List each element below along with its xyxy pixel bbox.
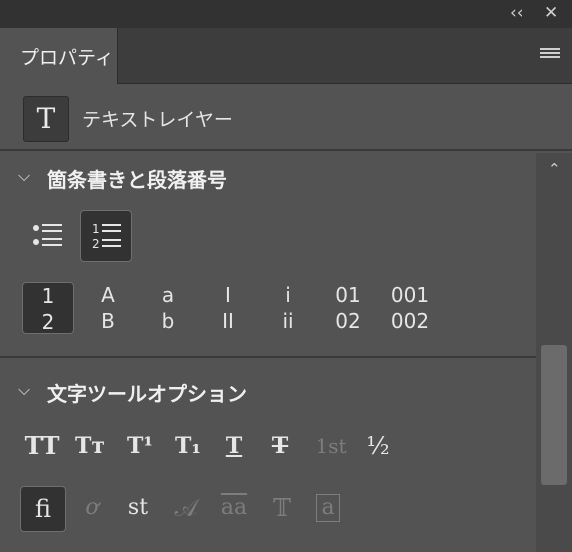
numbered-list-icon: 1 2 bbox=[92, 222, 121, 251]
numbering-style-option[interactable]: A B bbox=[82, 282, 134, 334]
numbering-style-top: 01 bbox=[335, 283, 361, 307]
subscript-icon: T₁ bbox=[174, 433, 201, 459]
contextual-alternates-icon: ơ bbox=[85, 495, 99, 520]
stylistic-alternates-icon: aa bbox=[220, 495, 248, 520]
titling-alternates-button[interactable]: 𝕋 bbox=[260, 486, 304, 530]
svg-text:1: 1 bbox=[92, 222, 100, 236]
bulleted-list-icon bbox=[33, 224, 62, 246]
underline-icon: T bbox=[225, 433, 243, 459]
scrollbar-thumb[interactable] bbox=[541, 345, 567, 485]
numbering-style-option[interactable]: a b bbox=[142, 282, 194, 334]
numbering-style-option[interactable]: 01 02 bbox=[322, 282, 374, 334]
numbering-style-top: A bbox=[101, 283, 115, 307]
titling-alternates-icon: 𝕋 bbox=[273, 494, 291, 522]
standard-ligatures-button[interactable]: fi bbox=[20, 486, 66, 532]
stylistic-sets-button[interactable]: a bbox=[306, 486, 350, 530]
bulleted-list-button[interactable] bbox=[22, 210, 74, 262]
numbering-style-bottom: 02 bbox=[335, 309, 361, 333]
numbering-style-option[interactable]: I II bbox=[202, 282, 254, 334]
svg-text:2: 2 bbox=[92, 237, 100, 251]
text-layer-icon: T bbox=[23, 96, 69, 142]
section-divider bbox=[0, 356, 536, 358]
subscript-button[interactable]: T₁ bbox=[166, 424, 210, 468]
layer-type-row: T テキストレイヤー bbox=[0, 85, 572, 151]
superscript-button[interactable]: T¹ bbox=[118, 424, 162, 468]
fractions-button[interactable]: ½ bbox=[356, 424, 400, 468]
fractions-icon: ½ bbox=[366, 432, 390, 460]
swash-button[interactable]: 𝒜 bbox=[164, 486, 208, 530]
numbering-style-option[interactable]: i ii bbox=[262, 282, 314, 334]
numbered-list-button[interactable]: 1 2 bbox=[80, 210, 132, 262]
numbering-style-bottom: b bbox=[161, 309, 175, 333]
ordinals-icon: 1st bbox=[315, 434, 347, 458]
superscript-icon: T¹ bbox=[126, 433, 153, 459]
panel-title-bar: ‹‹ ✕ bbox=[0, 0, 572, 28]
scroll-up-icon[interactable]: ⌃ bbox=[548, 160, 561, 178]
numbering-style-bottom: ii bbox=[282, 309, 294, 333]
section-title: 箇条書きと段落番号 bbox=[47, 168, 227, 192]
all-caps-icon: TT bbox=[24, 431, 60, 460]
section-header-type-options[interactable]: ⌵ 文字ツールオプション bbox=[0, 370, 536, 416]
stylistic-sets-icon: a bbox=[316, 494, 340, 522]
chevron-down-icon[interactable]: ⌵ bbox=[18, 166, 30, 186]
numbering-style-bottom: B bbox=[101, 309, 115, 333]
small-caps-icon: Tт bbox=[74, 433, 105, 459]
ordinals-button[interactable]: 1st bbox=[306, 424, 356, 468]
section-header-bullets-numbering[interactable]: ⌵ 箇条書きと段落番号 bbox=[0, 156, 536, 202]
numbering-style-top: I bbox=[225, 283, 231, 307]
contextual-alternates-button[interactable]: ơ bbox=[70, 486, 114, 530]
numbering-style-option[interactable]: 1 2 bbox=[22, 282, 74, 334]
strikethrough-button[interactable]: T bbox=[258, 424, 302, 468]
panel-menu-icon[interactable] bbox=[540, 48, 560, 62]
layer-type-label: テキストレイヤー bbox=[82, 109, 233, 131]
all-caps-button[interactable]: TT bbox=[20, 424, 64, 468]
chevron-down-icon[interactable]: ⌵ bbox=[18, 380, 30, 400]
discretionary-ligatures-icon: st bbox=[127, 495, 149, 520]
swash-icon: 𝒜 bbox=[174, 494, 198, 522]
underline-button[interactable]: T bbox=[212, 424, 256, 468]
close-panel-icon[interactable]: ✕ bbox=[544, 3, 558, 23]
tab-properties[interactable]: プロパティ bbox=[0, 28, 118, 84]
discretionary-ligatures-button[interactable]: st bbox=[116, 486, 160, 530]
standard-ligatures-icon: fi bbox=[34, 495, 51, 523]
numbering-style-bottom: 2 bbox=[41, 310, 55, 334]
numbering-style-option[interactable]: 001 002 bbox=[382, 282, 438, 334]
numbering-style-top: a bbox=[161, 283, 175, 307]
collapse-panel-icon[interactable]: ‹‹ bbox=[510, 3, 524, 23]
numbering-style-top: i bbox=[285, 283, 291, 307]
tab-properties-label: プロパティ bbox=[20, 47, 114, 69]
numbering-style-top: 1 bbox=[41, 284, 55, 308]
numbering-style-top: 001 bbox=[390, 283, 430, 307]
section-title: 文字ツールオプション bbox=[47, 382, 247, 406]
strikethrough-icon: T bbox=[271, 433, 289, 459]
numbering-style-bottom: 002 bbox=[390, 309, 430, 333]
stylistic-alternates-button[interactable]: aa bbox=[212, 486, 256, 530]
panel-tab-bar: プロパティ bbox=[0, 28, 572, 84]
numbering-style-bottom: II bbox=[222, 309, 234, 333]
small-caps-button[interactable]: Tт bbox=[68, 424, 112, 468]
